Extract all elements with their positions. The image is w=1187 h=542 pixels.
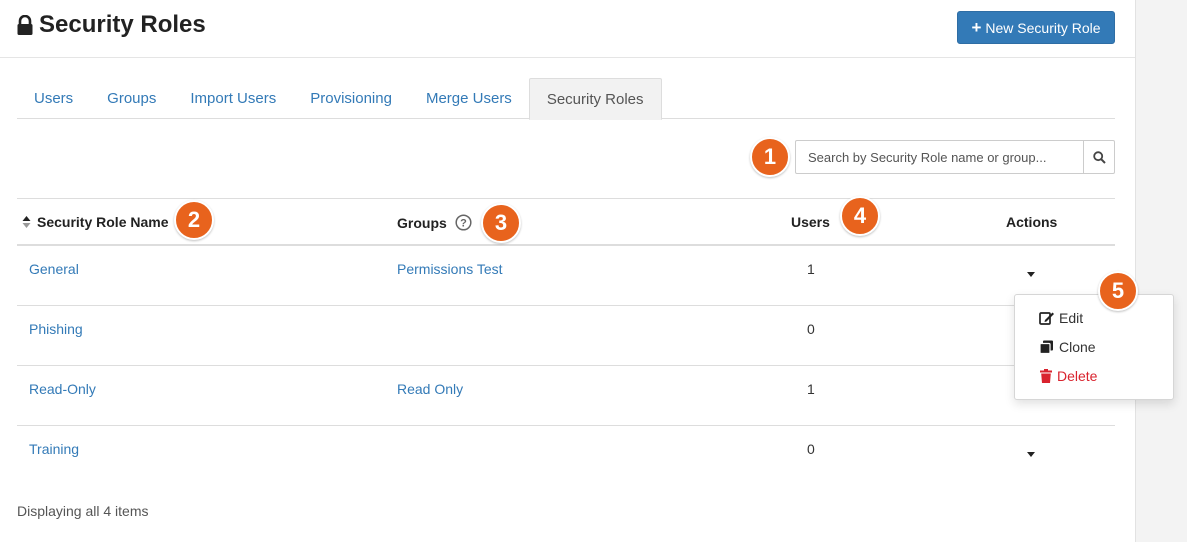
role-name-link[interactable]: Training [29,441,79,457]
actions-caret-icon[interactable] [1027,272,1035,277]
menu-item-clone[interactable]: Clone [1039,339,1096,355]
tab-bar: Users Groups Import Users Provisioning M… [17,78,1115,120]
page-title-text: Security Roles [39,11,206,38]
edit-icon [1039,312,1054,325]
role-name-link[interactable]: Read-Only [29,381,96,397]
page-title: Security Roles [17,11,206,39]
search-input[interactable] [795,140,1085,174]
clone-icon [1039,340,1053,354]
new-security-role-label: New Security Role [985,19,1101,36]
header-divider [17,244,1115,246]
callout-marker: 4 [840,196,880,236]
search-icon [1092,150,1106,164]
callout-marker: 3 [481,203,521,243]
right-gutter [1135,0,1187,542]
help-icon[interactable]: ? [455,214,472,231]
tab-groups[interactable]: Groups [90,78,173,119]
search-box [795,140,1115,174]
callout-marker: 1 [750,137,790,177]
lock-icon [17,15,33,35]
pagination-status: Displaying all 4 items [17,503,149,519]
plus-icon: + [971,18,982,37]
search-button[interactable] [1084,140,1115,174]
role-name-link[interactable]: Phishing [29,321,83,337]
menu-item-edit[interactable]: Edit [1039,310,1083,326]
column-header-groups: Groups ? [397,214,472,231]
user-count: 1 [807,261,815,277]
trash-icon [1040,369,1052,383]
tab-import-users[interactable]: Import Users [173,78,293,119]
page-header: Security Roles + New Security Role [0,0,1135,58]
callout-marker: 5 [1098,271,1138,311]
new-security-role-button[interactable]: + New Security Role [957,11,1115,44]
callout-marker: 2 [174,200,214,240]
column-header-users: Users [791,214,830,230]
group-link[interactable]: Permissions Test [397,261,503,277]
tab-merge-users[interactable]: Merge Users [409,78,529,119]
column-header-groups-label: Groups [397,214,447,231]
menu-item-clone-label: Clone [1059,339,1096,355]
menu-item-delete-label: Delete [1057,368,1098,384]
tab-provisioning[interactable]: Provisioning [293,78,409,119]
column-header-name-label: Security Role Name [37,214,169,230]
tab-users[interactable]: Users [17,78,90,119]
column-header-actions: Actions [1006,214,1058,230]
column-header-name[interactable]: Security Role Name [22,214,169,230]
row-divider [17,305,1115,306]
user-count: 0 [807,321,815,337]
role-name-link[interactable]: General [29,261,79,277]
svg-text:?: ? [460,218,467,230]
sort-icon [22,216,31,228]
menu-item-edit-label: Edit [1059,310,1084,326]
actions-dropdown-menu: Edit Clone Delete [1014,294,1174,400]
tab-security-roles[interactable]: Security Roles [528,78,662,120]
user-count: 1 [807,381,815,397]
row-divider [17,425,1115,426]
user-count: 0 [807,441,815,457]
group-link[interactable]: Read Only [397,381,463,397]
row-divider [17,365,1115,366]
table-top-border [17,198,1115,199]
menu-item-delete[interactable]: Delete [1039,368,1097,384]
actions-caret-icon[interactable] [1027,452,1035,457]
